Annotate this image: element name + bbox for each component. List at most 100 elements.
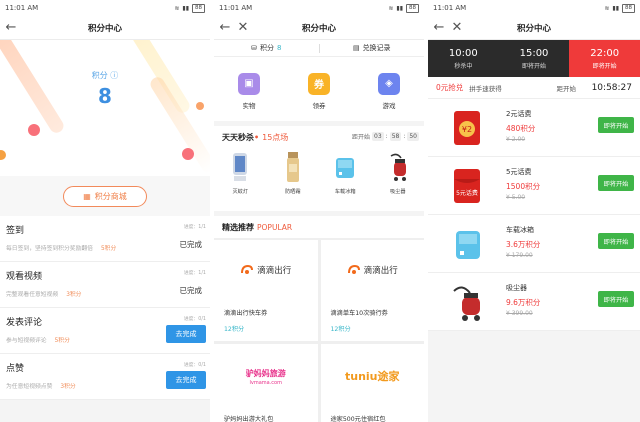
task-reward: 3积分	[60, 384, 76, 390]
close-icon[interactable]: ✕	[236, 20, 250, 35]
signal-icon: ▮▮	[612, 4, 619, 12]
points-label: 积分	[259, 44, 274, 52]
task-desc-text: 完整观看任意短视频	[6, 292, 59, 298]
vacuum-icon	[387, 150, 409, 184]
brand-name: 滴滴出行	[257, 266, 292, 276]
sunscreen-icon	[282, 150, 304, 184]
product-card[interactable]: 滴滴出行 滴滴出行快车券 12积分	[214, 240, 318, 341]
mall-button-label: 积分商城	[94, 191, 127, 201]
product-name: 途家500元住宿红包	[330, 416, 386, 422]
task-desc: 完整观看任意短视频 3积分	[6, 289, 81, 298]
brand-name: 驴妈妈旅游	[245, 369, 286, 378]
task-desc: 为任意短视频点赞 3积分	[6, 381, 76, 390]
category-item[interactable]: ▣ 实物	[224, 72, 274, 110]
product-card[interactable]: 驴妈妈旅游 lvmama.com 驴妈妈出游大礼包	[214, 344, 318, 422]
flash-item[interactable]: 灭蚊灯	[220, 150, 260, 195]
go-complete-button[interactable]: 去完成	[166, 371, 206, 389]
status-icons: ≋ ▮▮ 88	[604, 3, 635, 13]
coming-soon-button[interactable]: 即将开始	[598, 117, 634, 133]
back-arrow-icon[interactable]: ←	[428, 20, 450, 35]
hongbao-badge: 5元话费	[456, 189, 478, 197]
product-name: 2元话费	[506, 110, 532, 118]
task-desc-text: 为任意短视频点赞	[6, 384, 53, 390]
back-arrow-icon[interactable]: ←	[0, 20, 22, 35]
wifi-icon: ≋	[174, 4, 180, 12]
flash-item[interactable]: 吸尘器	[378, 150, 418, 195]
points-value: 8	[276, 44, 282, 52]
product-points: 12积分	[330, 326, 351, 333]
product-row[interactable]: ¥2 2元话费 480积分 ¥ 2.00 即将开始	[428, 99, 640, 157]
car-fridge-icon	[448, 223, 488, 265]
recommend-grid: 滴滴出行 滴滴出行快车券 12积分 滴滴出行 滴滴单车10次骑行券 12积分 驴…	[214, 238, 424, 422]
product-row[interactable]: 5元话费 5元话费 1500积分 ¥ 5.00 即将开始	[428, 157, 640, 215]
vacuum-icon	[448, 281, 488, 323]
points-mall-button[interactable]: ▦ 积分商城	[63, 185, 147, 207]
tab-time: 15:00	[519, 47, 549, 59]
countdown-label: 距开始	[556, 84, 577, 93]
points-bar: ⛁ 积分 8 ▤ 兑换记录	[214, 40, 424, 57]
gamepad-icon: ◈	[378, 72, 400, 95]
product-cost: 480积分	[506, 124, 536, 133]
mosquito-lamp-icon	[229, 150, 251, 184]
flash-countdown: 距开始 03: 58: 50	[352, 132, 419, 141]
coupon-icon: 券	[308, 72, 330, 95]
exchange-label: 兑换记录	[362, 44, 391, 52]
go-complete-button[interactable]: 去完成	[166, 325, 206, 343]
tab-session-active[interactable]: 22:00 即将开始	[569, 40, 640, 77]
info-icon[interactable]: ⓘ	[110, 71, 118, 80]
coming-soon-button[interactable]: 即将开始	[598, 291, 634, 307]
tab-session[interactable]: 15:00 即将开始	[498, 40, 570, 77]
coming-soon-button[interactable]: 即将开始	[598, 175, 634, 191]
grab-header: 0元抢兑 拼手速获得 距开始 10:58:27	[428, 77, 640, 99]
coming-soon-button[interactable]: 即将开始	[598, 233, 634, 249]
flash-item[interactable]: 车载冰箱	[325, 150, 365, 195]
screen-points-mall: 11:01 AM ≋ ▮▮ 88 ← ✕ 积分中心 ⛁ 积分 8 ▤ 兑换记录	[214, 0, 424, 422]
product-cost: 9.6万积分	[506, 298, 541, 307]
countdown-hours: 03	[372, 132, 384, 141]
product-name: 滴滴单车10次骑行券	[330, 310, 388, 317]
status-time: 11:01 AM	[219, 4, 253, 12]
product-row[interactable]: 车载冰箱 3.6万积分 ¥ 179.00 即将开始	[428, 215, 640, 273]
nav-bar: ← ✕ 积分中心	[214, 16, 424, 40]
category-item[interactable]: ◈ 游戏	[364, 72, 414, 110]
tab-status: 秒杀中	[454, 62, 473, 70]
status-bar: 11:01 AM ≋ ▮▮ 88	[214, 0, 424, 16]
product-orig-price: ¥ 2.00	[506, 136, 526, 143]
task-desc: 每日签到，坚持签到积分奖励翻倍 5积分	[6, 243, 116, 252]
hongbao-icon: 5元话费	[448, 165, 488, 207]
hongbao-icon: ¥2	[448, 107, 488, 149]
hongbao-badge: ¥2	[462, 125, 472, 134]
bag-icon: ▣	[238, 72, 260, 95]
my-points[interactable]: ⛁ 积分 8	[214, 43, 319, 53]
signal-icon: ▮▮	[396, 4, 403, 12]
exchange-record-link[interactable]: ▤ 兑换记录	[320, 43, 425, 53]
product-card[interactable]: 滴滴出行 滴滴单车10次骑行券 12积分	[320, 240, 424, 341]
status-time: 11:01 AM	[433, 4, 467, 12]
task-name: 签到	[6, 226, 25, 236]
countdown-seconds: 50	[407, 132, 419, 141]
product-cost: 1500积分	[506, 182, 541, 191]
flash-items: 灭蚊灯 防晒霜 车载冰箱 吸尘器	[214, 150, 424, 195]
category-item[interactable]: 券 领券	[294, 72, 344, 110]
product-card[interactable]: tuniu途家 途家500元住宿红包	[320, 344, 424, 422]
screen-points-center: 11:01 AM ≋ ▮▮ 88 ← 积分中心 积分 ⓘ 8 ▦ 积分商城 签到…	[0, 0, 210, 422]
task-state: 已完成	[179, 240, 203, 249]
product-row[interactable]: 吸尘器 9.6万积分 ¥ 399.00 即将开始	[428, 273, 640, 331]
back-arrow-icon[interactable]: ←	[214, 20, 236, 35]
task-row: 签到 每日签到，坚持签到积分奖励翻倍 5积分 进度：1/1 已完成	[0, 216, 210, 262]
decor-dot	[28, 124, 40, 136]
product-name: 滴滴出行快车券	[224, 310, 268, 317]
flash-item[interactable]: 防晒霜	[273, 150, 313, 195]
countdown-timer: 10:58:27	[591, 82, 632, 93]
countdown-minutes: 58	[389, 132, 402, 141]
task-reward: 5积分	[54, 338, 70, 344]
tab-status: 即将开始	[592, 62, 617, 70]
battery-icon: 88	[406, 3, 419, 13]
mall-area: ▦ 积分商城	[0, 176, 210, 216]
wifi-icon: ≋	[604, 4, 610, 12]
task-state: 已完成	[179, 286, 203, 295]
product-orig-price: ¥ 5.00	[506, 194, 526, 201]
close-icon[interactable]: ✕	[450, 20, 464, 35]
tab-session[interactable]: 10:00 秒杀中	[428, 40, 499, 77]
category-label: 游戏	[382, 101, 396, 110]
